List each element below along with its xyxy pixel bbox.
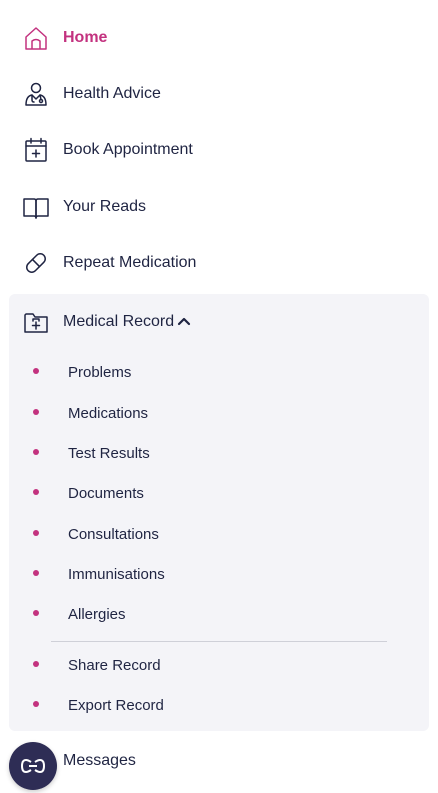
sub-item-problems[interactable]: Problems xyxy=(20,357,420,389)
book-icon xyxy=(22,193,50,221)
bullet xyxy=(33,570,39,576)
nav-item-health-advice[interactable]: Health Advice xyxy=(0,66,438,122)
home-icon xyxy=(22,24,50,52)
accessibility-button[interactable] xyxy=(9,742,57,790)
sub-item-label: Problems xyxy=(68,364,132,381)
glasses-icon xyxy=(20,758,46,774)
bullet xyxy=(33,409,39,415)
calendar-plus-icon xyxy=(22,136,50,164)
sub-item-share-record[interactable]: Share Record xyxy=(20,650,420,682)
bullet xyxy=(33,661,39,667)
chevron-up-icon xyxy=(177,316,191,326)
nav-item-your-reads[interactable]: Your Reads xyxy=(0,179,438,235)
nav-label-your-reads: Your Reads xyxy=(63,198,147,215)
nav-item-repeat-medication[interactable]: Repeat Medication xyxy=(0,235,438,291)
nav-label-book-appointment: Book Appointment xyxy=(63,141,193,158)
sub-item-label: Allergies xyxy=(68,606,126,623)
bullet xyxy=(33,610,39,616)
sub-item-label: Share Record xyxy=(68,657,161,674)
divider xyxy=(51,641,387,642)
doctor-icon xyxy=(22,80,50,108)
sub-item-consultations[interactable]: Consultations xyxy=(20,519,420,551)
bullet xyxy=(33,701,39,707)
sub-item-label: Export Record xyxy=(68,697,164,714)
sub-item-label: Documents xyxy=(68,485,144,502)
nav-label-repeat-medication: Repeat Medication xyxy=(63,254,197,271)
bullet xyxy=(33,449,39,455)
nav-item-messages[interactable]: Messages xyxy=(0,733,438,789)
sub-item-documents[interactable]: Documents xyxy=(20,478,420,510)
bullet xyxy=(33,368,39,374)
nav-item-medical-record[interactable]: Medical Record xyxy=(0,294,438,350)
sub-item-label: Immunisations xyxy=(68,566,165,583)
nav-label-home: Home xyxy=(63,29,108,46)
nav-label-health-advice: Health Advice xyxy=(63,85,161,102)
sub-item-allergies[interactable]: Allergies xyxy=(20,599,420,631)
folder-plus-icon xyxy=(22,308,50,336)
pill-icon xyxy=(22,249,50,277)
side-navigation: Home Health Advice Book Appointment Your… xyxy=(0,0,438,793)
sub-item-medications[interactable]: Medications xyxy=(20,398,420,430)
bullet xyxy=(33,530,39,536)
bullet xyxy=(33,489,39,495)
sub-item-export-record[interactable]: Export Record xyxy=(20,690,420,722)
nav-item-home[interactable]: Home xyxy=(0,10,438,66)
sub-item-label: Consultations xyxy=(68,526,159,543)
sub-item-label: Test Results xyxy=(68,445,150,462)
sub-item-test-results[interactable]: Test Results xyxy=(20,438,420,470)
sub-item-immunisations[interactable]: Immunisations xyxy=(20,559,420,591)
nav-label-messages: Messages xyxy=(63,752,136,769)
nav-label-medical-record: Medical Record xyxy=(63,313,175,330)
nav-item-book-appointment[interactable]: Book Appointment xyxy=(0,122,438,178)
sub-item-label: Medications xyxy=(68,405,149,422)
